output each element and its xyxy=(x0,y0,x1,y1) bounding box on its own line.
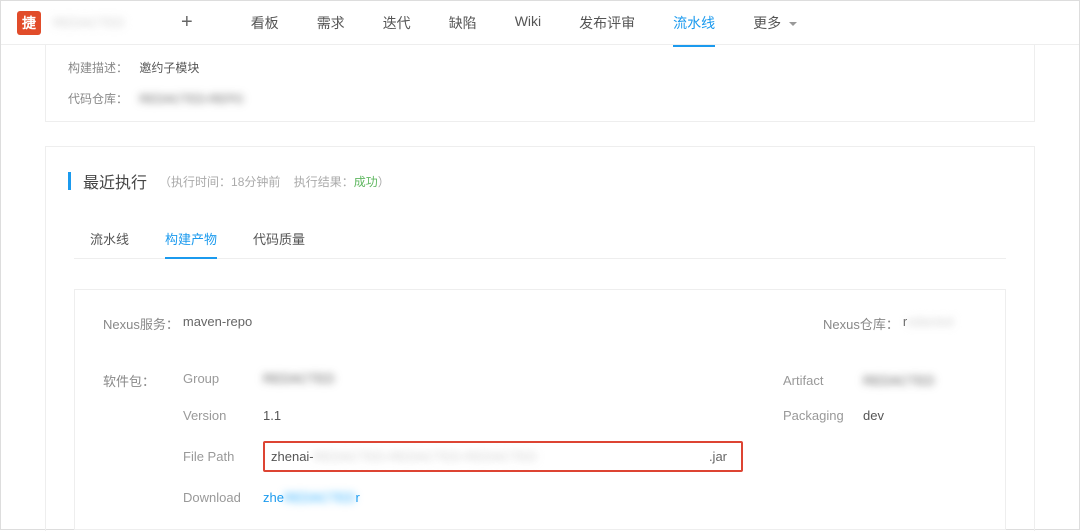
topbar: 捷 REDACTED + 看板 需求 迭代 缺陷 Wiki 发布评审 流水线 更… xyxy=(1,1,1079,45)
packaging-value: dev xyxy=(863,408,977,423)
artifact-panel: Nexus服务： maven-repo Nexus仓库： redacted 软件… xyxy=(74,289,1006,530)
exec-time-value: 18分钟前 xyxy=(231,175,280,189)
build-desc-label: 构建描述： xyxy=(68,61,128,75)
filepath-label: File Path xyxy=(183,449,263,464)
build-desc-row: 构建描述： 邀约子模块 xyxy=(68,59,1012,76)
result-tabs: 流水线 构建产物 代码质量 xyxy=(74,219,1006,259)
pkg-label: 软件包： xyxy=(103,371,183,390)
build-desc-value: 邀约子模块 xyxy=(139,61,199,75)
nav-requirement[interactable]: 需求 xyxy=(317,1,345,45)
filepath-prefix: zhenai- xyxy=(271,449,314,464)
artifact-label: Artifact xyxy=(783,373,863,388)
chevron-down-icon xyxy=(789,22,797,26)
tab-code-quality[interactable]: 代码质量 xyxy=(253,219,305,258)
nav-publish[interactable]: 发布评审 xyxy=(579,1,635,45)
content-area: 构建描述： 邀约子模块 代码仓库： REDACTED-REPO 最近执行 （执行… xyxy=(1,45,1079,531)
exec-time-label: （执行时间： xyxy=(159,175,231,189)
nexus-service-value: maven-repo xyxy=(183,314,703,333)
nexus-repo-label: Nexus仓库： xyxy=(823,314,899,333)
artifact-value: REDACTED xyxy=(863,373,977,388)
exec-close-paren: ） xyxy=(378,175,390,189)
pkg-group-row: 软件包： Group REDACTED Artifact REDACTED xyxy=(103,371,977,390)
version-label: Version xyxy=(183,408,263,423)
download-row: Download zheREDACTEDr xyxy=(103,490,977,505)
code-repo-row: 代码仓库： REDACTED-REPO xyxy=(68,90,1012,107)
nexus-repo-value: edacted xyxy=(907,314,953,333)
title-bar-icon xyxy=(68,172,71,190)
add-button[interactable]: + xyxy=(181,11,193,34)
nav-kanban[interactable]: 看板 xyxy=(251,1,279,45)
filepath-row: File Path zhenai-REDACTED-REDACTED-REDAC… xyxy=(103,441,977,472)
nav-defect[interactable]: 缺陷 xyxy=(449,1,477,45)
exec-result-label: 执行结果： xyxy=(294,175,354,189)
download-mid: REDACTED xyxy=(284,490,356,505)
section-title-row: 最近执行 （执行时间：18分钟前 执行结果：成功） xyxy=(68,169,1012,193)
tab-pipeline[interactable]: 流水线 xyxy=(90,219,129,258)
nexus-service-label: Nexus服务： xyxy=(103,314,179,333)
version-row: Version 1.1 Packaging dev xyxy=(103,408,977,423)
recent-exec-subtitle: （执行时间：18分钟前 执行结果：成功） xyxy=(159,173,390,190)
download-label: Download xyxy=(183,490,263,505)
recent-exec-title: 最近执行 xyxy=(83,169,147,193)
build-info-block: 构建描述： 邀约子模块 代码仓库： REDACTED-REPO xyxy=(45,45,1035,122)
download-prefix: zhe xyxy=(263,490,284,505)
version-value: 1.1 xyxy=(263,408,783,423)
tab-artifacts[interactable]: 构建产物 xyxy=(165,219,217,258)
download-suffix: r xyxy=(355,490,359,505)
filepath-mid: REDACTED-REDACTED-REDACTED xyxy=(314,449,709,464)
group-label: Group xyxy=(183,371,263,390)
code-repo-label: 代码仓库： xyxy=(68,92,128,106)
filepath-suffix: .jar xyxy=(709,449,735,464)
nav-pipeline[interactable]: 流水线 xyxy=(673,1,715,45)
group-value: REDACTED xyxy=(263,371,523,390)
filepath-highlight-box: zhenai-REDACTED-REDACTED-REDACTED .jar xyxy=(263,441,743,472)
nav-iteration[interactable]: 迭代 xyxy=(383,1,411,45)
nav-more[interactable]: 更多 xyxy=(753,1,797,45)
app-logo[interactable]: 捷 xyxy=(17,11,41,35)
project-name[interactable]: REDACTED xyxy=(53,15,133,30)
download-link[interactable]: zheREDACTEDr xyxy=(263,490,360,505)
nav-more-label: 更多 xyxy=(753,15,781,31)
packaging-label: Packaging xyxy=(783,408,863,423)
code-repo-link[interactable]: REDACTED-REPO xyxy=(139,92,243,106)
recent-execution-section: 最近执行 （执行时间：18分钟前 执行结果：成功） 流水线 构建产物 代码质量 … xyxy=(45,146,1035,531)
main-nav: 看板 需求 迭代 缺陷 Wiki 发布评审 流水线 更多 xyxy=(251,1,797,45)
exec-result-value: 成功 xyxy=(354,175,378,189)
nexus-row: Nexus服务： maven-repo Nexus仓库： redacted xyxy=(103,314,977,333)
nav-wiki[interactable]: Wiki xyxy=(515,1,541,45)
